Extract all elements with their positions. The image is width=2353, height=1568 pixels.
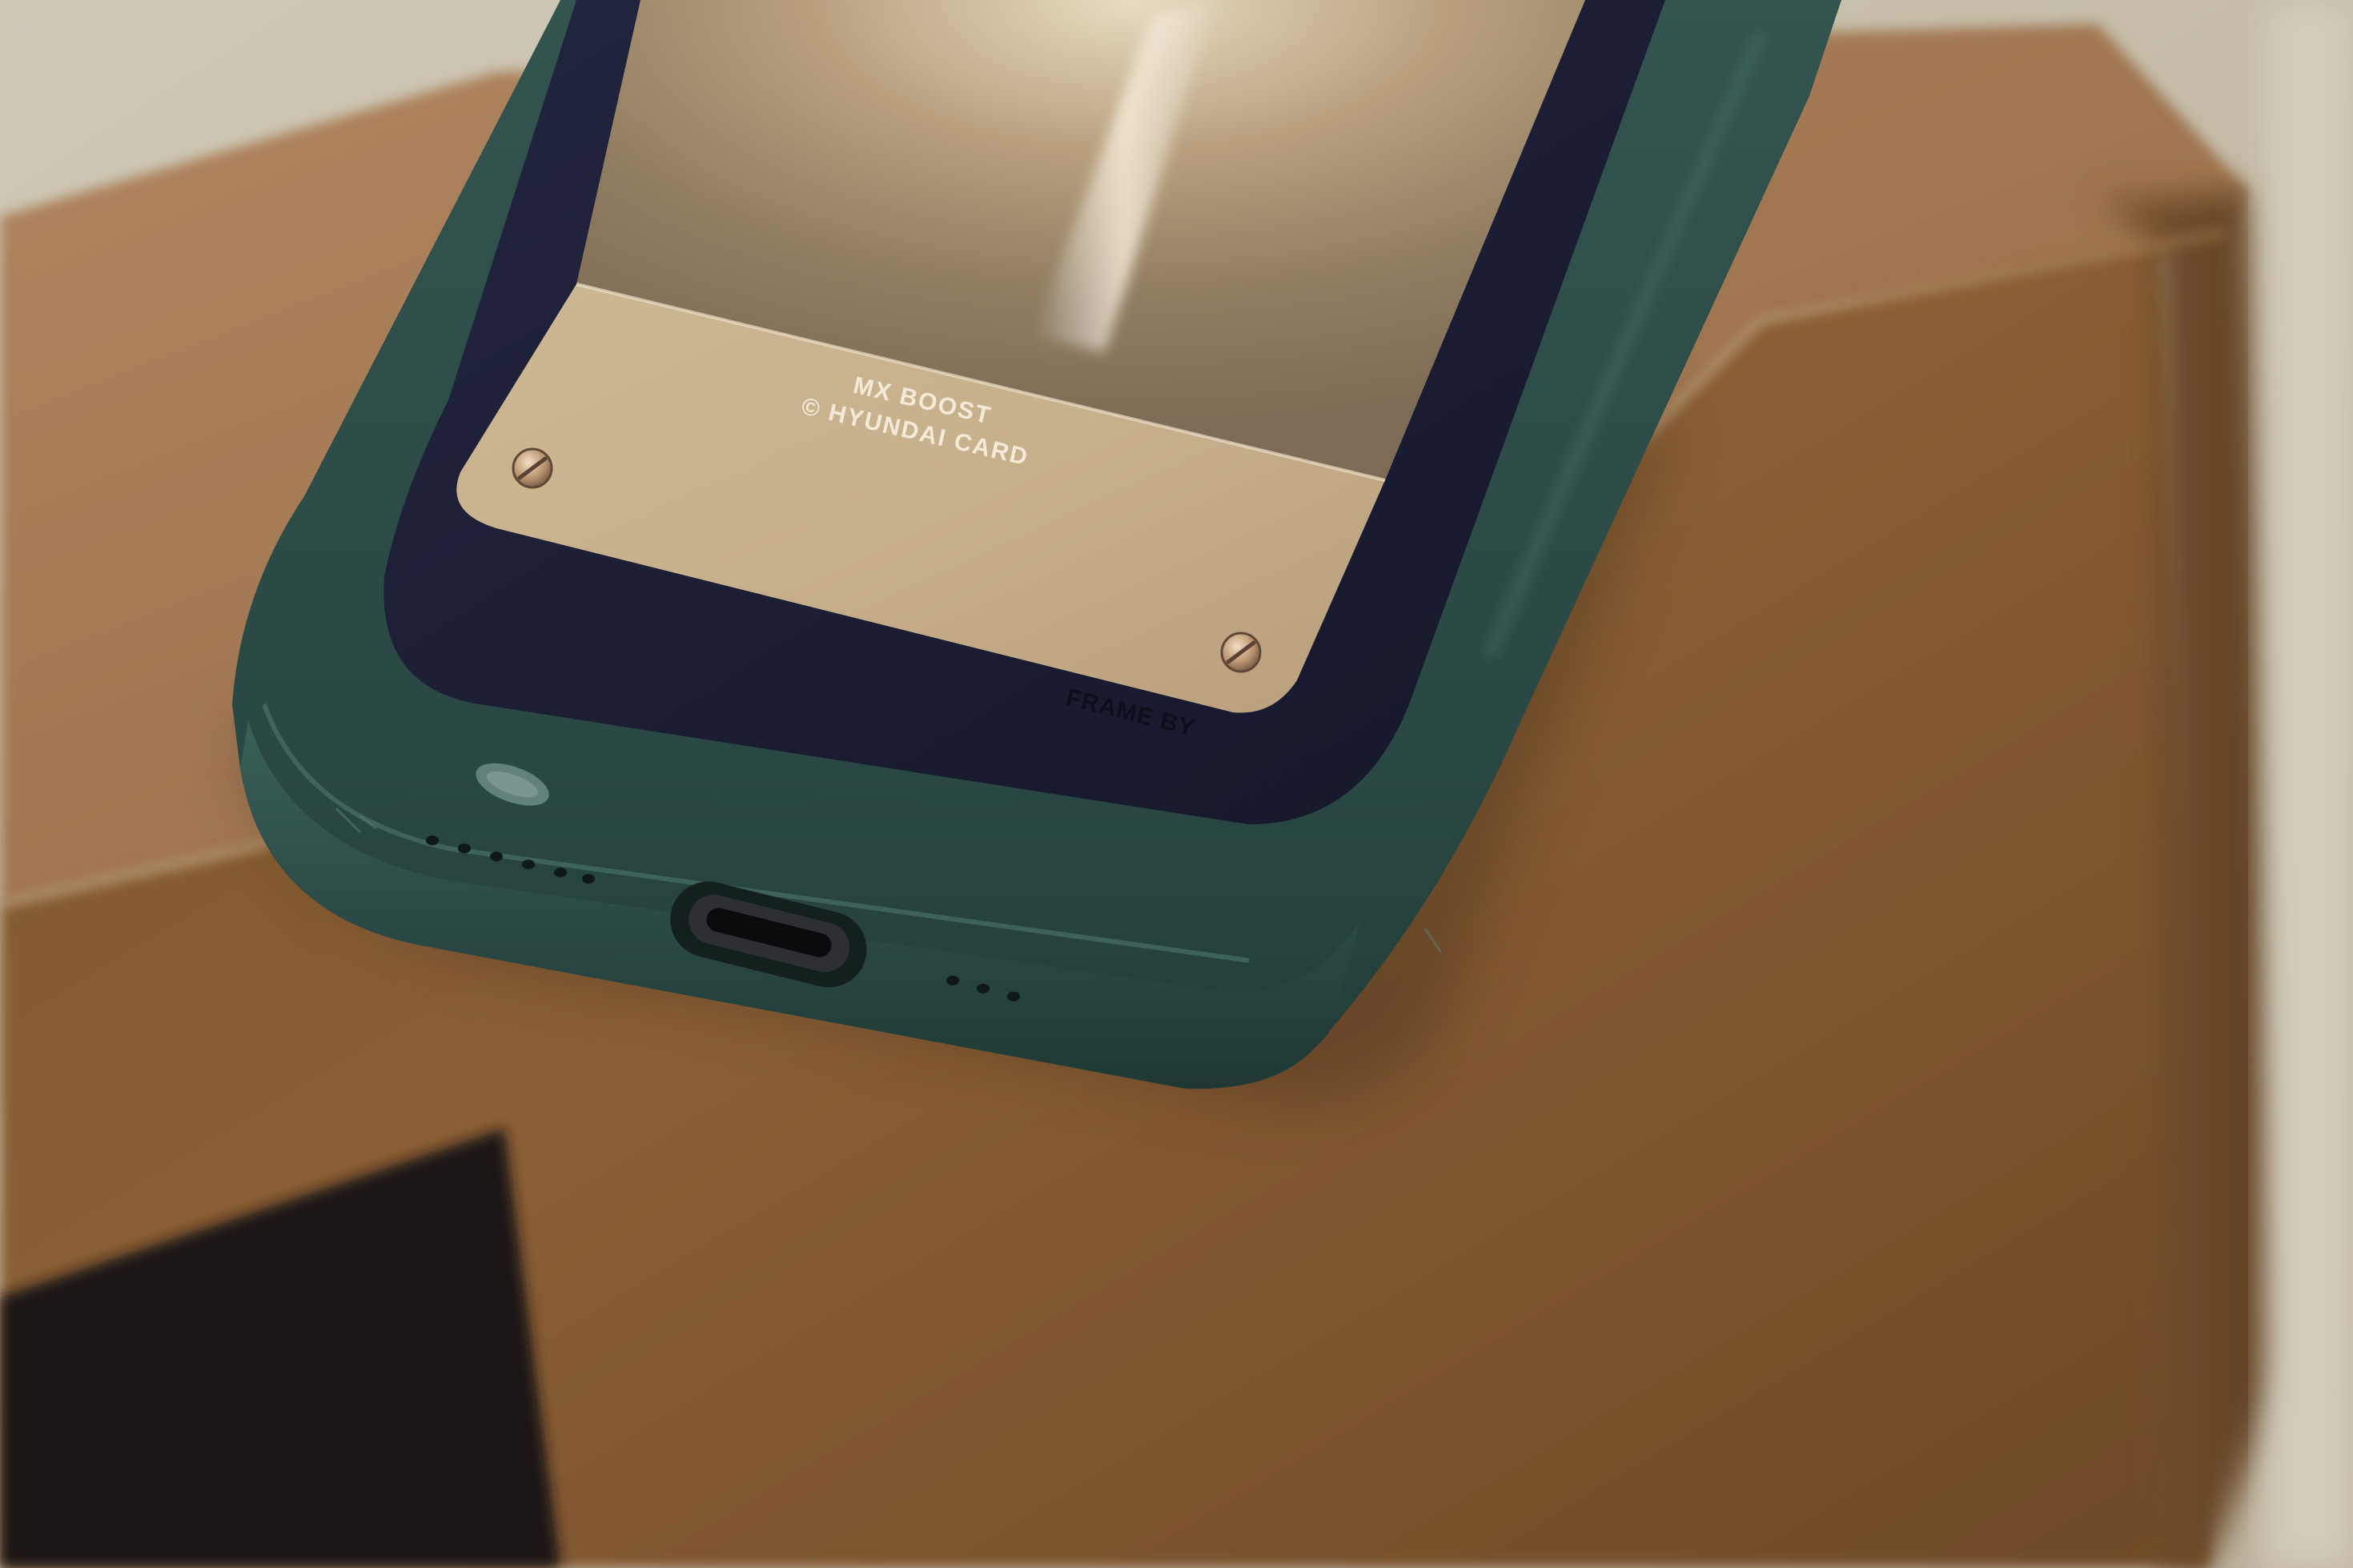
screw-icon [1220,632,1262,673]
screw-icon [512,447,553,489]
background-right [2266,0,2353,1568]
photo-scene: MX BOOST © HYUNDAI CARD FRAME BY [0,0,2353,1568]
